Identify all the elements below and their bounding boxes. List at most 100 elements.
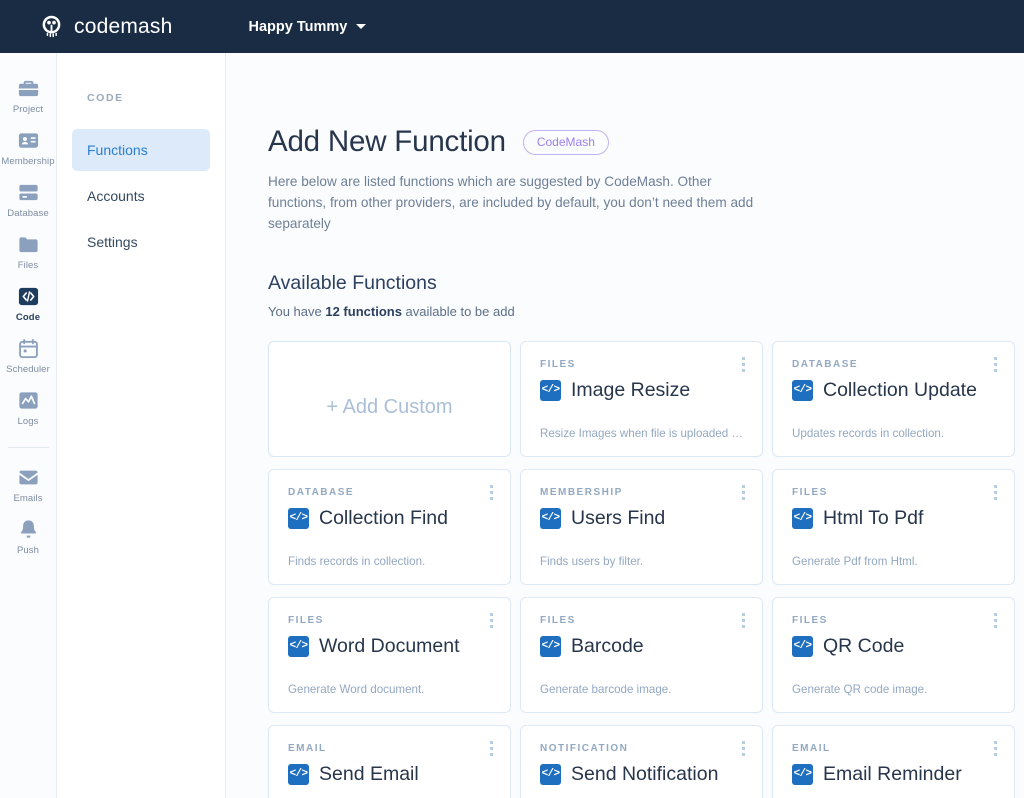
brand[interactable]: codemash [38,13,173,40]
bell-icon [17,518,40,541]
sidebar-item-code[interactable]: Code [0,277,57,329]
secondary-sidebar: CODE Functions Accounts Settings [57,53,226,798]
code-brackets-icon: </> [792,507,813,529]
card-title: QR Code [823,634,905,657]
function-card[interactable]: FILES </> Barcode Generate barcode image… [520,596,763,713]
sidebar-item-membership[interactable]: Membership [0,121,57,173]
card-title: Image Resize [571,378,691,401]
chevron-down-icon [356,24,367,29]
code-brackets-icon: </> [540,379,561,401]
function-card[interactable]: FILES </> Word Document Generate Word do… [268,596,511,713]
card-title: Html To Pdf [823,506,924,529]
sidebar-item-scheduler[interactable]: Scheduler [0,329,57,381]
sidebar-item-project[interactable]: Project [0,69,57,121]
sidebar-item-logs[interactable]: Logs [0,381,57,433]
code-brackets-icon: </> [540,635,561,657]
function-card[interactable]: DATABASE </> Collection Update Updates r… [772,340,1015,457]
function-card[interactable]: NOTIFICATION </> Send Notification Sends… [520,724,763,798]
chart-line-icon [17,389,40,412]
card-title-row: </> Barcode [540,635,743,658]
more-vertical-icon[interactable] [742,612,745,628]
count-prefix: You have [268,303,326,319]
card-category: FILES [792,614,828,626]
card-title: Collection Update [823,378,977,401]
card-description: Generate QR code image. [792,682,928,696]
card-description: Generate barcode image. [540,682,672,696]
page-title: Add New Function [268,125,506,158]
card-title-row: </> Users Find [540,507,743,530]
functions-count: You have 12 functions available to be ad… [268,304,1024,319]
card-category: FILES [288,614,324,626]
card-category: FILES [540,614,576,626]
card-description: Resize Images when file is uploaded to… [540,426,743,440]
card-category: DATABASE [288,486,355,498]
brand-name: codemash [74,14,173,38]
card-category: MEMBERSHIP [540,486,623,498]
sidebar-label: Project [12,104,44,115]
section-title: Available Functions [268,271,437,294]
function-card[interactable]: EMAIL </> Email Reminder Sends an email … [772,724,1015,798]
code-brackets-icon: </> [540,763,561,785]
card-description: Finds users by filter. [540,554,644,568]
more-vertical-icon[interactable] [490,740,493,756]
code-brackets-icon: </> [540,507,561,529]
function-card[interactable]: FILES </> Image Resize Resize Images whe… [520,340,763,457]
sidebar-item-emails[interactable]: Emails [0,458,57,510]
sidebar-label: Code [15,312,41,323]
sidebar-item-settings[interactable]: Settings [72,221,210,263]
card-category: DATABASE [792,358,859,370]
sidebar-item-files[interactable]: Files [0,225,57,277]
function-card[interactable]: FILES </> Html To Pdf Generate Pdf from … [772,468,1015,585]
sidebar-label: Files [17,260,39,271]
card-description: Updates records in collection. [792,426,945,440]
code-brackets-icon: </> [792,635,813,657]
subnav-label: Accounts [87,188,145,204]
card-title-row: </> Send Notification [540,763,743,786]
org-switcher[interactable]: Happy Tummy [249,19,367,35]
sidebar-label: Logs [17,416,39,427]
more-vertical-icon[interactable] [742,484,745,500]
page-header: Add New Function CodeMash [268,125,1024,159]
card-category: FILES [792,486,828,498]
calendar-icon [17,337,40,360]
function-card[interactable]: DATABASE </> Collection Find Finds recor… [268,468,511,585]
sidebar-label: Database [7,208,49,219]
add-custom-label: + Add Custom [326,395,453,418]
card-title-row: </> Collection Find [288,507,491,530]
sidebar-item-push[interactable]: Push [0,510,57,562]
card-title-row: </> Word Document [288,635,491,658]
more-vertical-icon[interactable] [742,740,745,756]
function-card[interactable]: EMAIL </> Send Email Sends an email to u… [268,724,511,798]
more-vertical-icon[interactable] [490,484,493,500]
sidebar-item-accounts[interactable]: Accounts [72,175,210,217]
function-card[interactable]: MEMBERSHIP </> Users Find Finds users by… [520,468,763,585]
card-title-row: </> Email Reminder [792,763,995,786]
envelope-icon [17,466,40,489]
page-description: Here below are listed functions which ar… [268,174,754,231]
card-title-row: </> Send Email [288,763,491,786]
add-custom-card[interactable]: + Add Custom [268,340,511,457]
card-description: Finds records in collection. [288,554,426,568]
sidebar-label: Membership [1,156,55,167]
more-vertical-icon[interactable] [994,484,997,500]
more-vertical-icon[interactable] [994,612,997,628]
card-title: Email Reminder [823,762,962,785]
more-vertical-icon[interactable] [490,612,493,628]
count-value: 12 functions [325,303,402,319]
code-brackets-icon: </> [288,635,309,657]
briefcase-icon [17,77,40,100]
code-brackets-icon: </> [288,763,309,785]
function-card[interactable]: FILES </> QR Code Generate QR code image… [772,596,1015,713]
more-vertical-icon[interactable] [994,740,997,756]
card-title: Collection Find [319,506,448,529]
id-card-icon [17,129,40,152]
more-vertical-icon[interactable] [742,356,745,372]
code-icon [17,285,40,308]
sidebar-item-database[interactable]: Database [0,173,57,225]
subnav-title: CODE [87,92,124,104]
more-vertical-icon[interactable] [994,356,997,372]
sidebar-item-functions[interactable]: Functions [72,129,210,171]
card-title: Barcode [571,634,644,657]
card-category: NOTIFICATION [540,742,629,754]
app-root: codemash Happy Tummy Project Membership [0,0,1024,798]
